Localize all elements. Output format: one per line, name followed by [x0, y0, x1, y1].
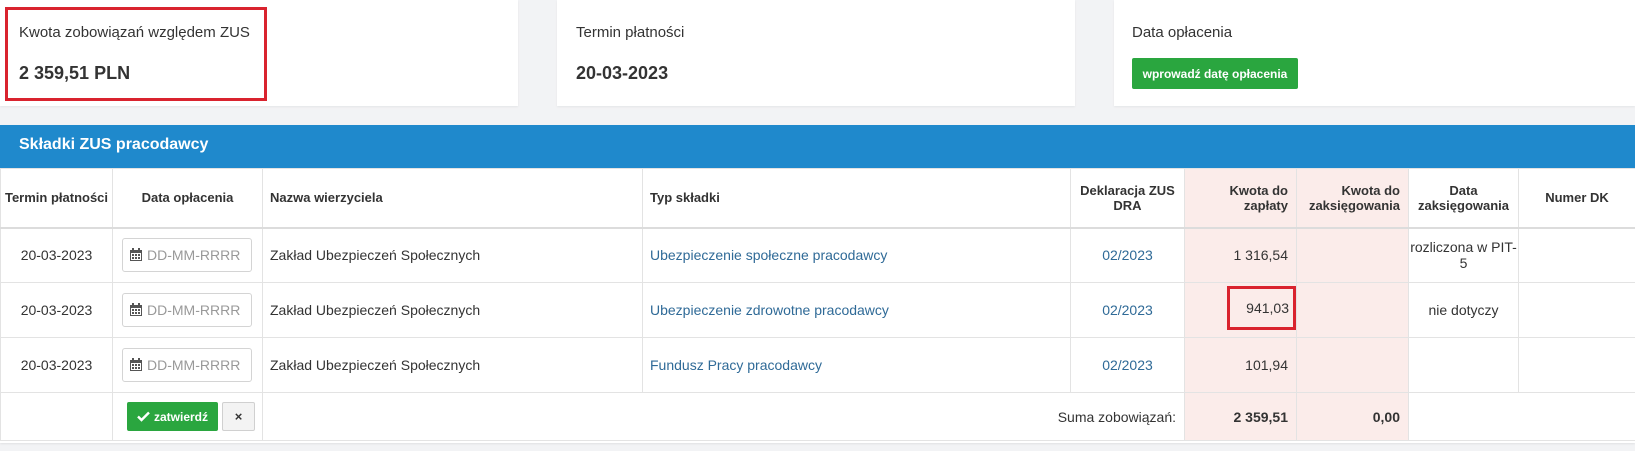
row-type[interactable]: Ubezpieczenie zdrowotne pracodawcy	[642, 282, 1071, 338]
highlight-frame: 941,03	[1227, 286, 1296, 330]
row-due: 20-03-2023	[0, 282, 113, 338]
row-declaration-link[interactable]: 02/2023	[1102, 357, 1153, 373]
row-book-date: nie dotyczy	[1408, 282, 1519, 338]
table-header-row: Termin płatności Data opłacenia Nazwa wi…	[0, 168, 1635, 229]
enter-payment-date-button[interactable]: wprowadź datę opłacenia	[1132, 58, 1298, 89]
calendar-icon	[130, 303, 142, 316]
col-creditor[interactable]: Nazwa wierzyciela	[262, 168, 643, 229]
row-due: 20-03-2023	[0, 337, 113, 393]
paid-date-input[interactable]: DD-MM-RRRR	[122, 238, 252, 273]
confirm-label: zatwierdź	[153, 409, 208, 424]
table-row: 20-03-2023 DD-MM-RRRR Zakład Ubezpieczeń…	[0, 337, 1635, 393]
footer-empty-cell	[0, 392, 113, 441]
row-type-link[interactable]: Fundusz Pracy pracodawcy	[650, 357, 822, 373]
sum-to-pay: 2 359,51	[1184, 392, 1297, 441]
panel-title: Składki ZUS pracodawcy	[0, 125, 1635, 168]
col-declaration[interactable]: Deklaracja ZUS DRA	[1070, 168, 1185, 229]
row-to-book	[1296, 282, 1409, 338]
row-book-date	[1408, 337, 1519, 393]
footer-empty-cell	[1408, 392, 1635, 441]
confirm-button[interactable]: zatwierdź	[127, 402, 218, 431]
due-date-card: Termin płatności 20-03-2023	[557, 0, 1075, 106]
row-to-pay-value: 941,03	[1246, 300, 1289, 316]
highlight-frame	[5, 7, 267, 101]
payment-date-card: Data opłacenia wprowadź datę opłacenia	[1114, 0, 1635, 106]
row-dk	[1518, 337, 1635, 393]
cancel-button[interactable]: ×	[222, 402, 255, 431]
row-dk	[1518, 227, 1635, 283]
sum-to-book: 0,00	[1296, 392, 1409, 441]
row-creditor: Zakład Ubezpieczeń Społecznych	[262, 227, 643, 283]
col-to-book[interactable]: Kwota do zaksięgowania	[1296, 168, 1409, 229]
row-creditor: Zakład Ubezpieczeń Społecznych	[262, 282, 643, 338]
col-dk[interactable]: Numer DK	[1518, 168, 1635, 229]
row-declaration[interactable]: 02/2023	[1070, 337, 1185, 393]
row-type-link[interactable]: Ubezpieczenie zdrowotne pracodawcy	[650, 302, 889, 318]
col-paid-date[interactable]: Data opłacenia	[112, 168, 263, 229]
row-declaration-link[interactable]: 02/2023	[1102, 302, 1153, 318]
row-declaration-link[interactable]: 02/2023	[1102, 247, 1153, 263]
date-placeholder: DD-MM-RRRR	[147, 247, 241, 264]
table-footer-row: zatwierdź × Suma zobowiązań: 2 359,51 0,…	[0, 392, 1635, 441]
col-to-pay[interactable]: Kwota do zapłaty	[1184, 168, 1297, 229]
payment-date-label: Data opłacenia	[1132, 24, 1233, 41]
date-placeholder: DD-MM-RRRR	[147, 302, 241, 318]
row-type[interactable]: Ubezpieczenie społeczne pracodawcy	[642, 227, 1071, 283]
due-date-value: 20-03-2023	[576, 63, 669, 83]
col-due[interactable]: Termin płatności	[0, 168, 113, 229]
calendar-icon	[130, 358, 142, 371]
paid-date-input[interactable]: DD-MM-RRRR	[122, 293, 252, 327]
row-type-link[interactable]: Ubezpieczenie społeczne pracodawcy	[650, 247, 887, 263]
row-creditor: Zakład Ubezpieczeń Społecznych	[262, 337, 643, 393]
paid-date-cell: DD-MM-RRRR	[112, 337, 263, 393]
paid-date-cell: DD-MM-RRRR	[112, 227, 263, 283]
paid-date-input[interactable]: DD-MM-RRRR	[122, 348, 252, 382]
due-date-label: Termin płatności	[576, 24, 685, 41]
col-type[interactable]: Typ składki	[642, 168, 1071, 229]
row-book-date: rozliczona w PIT-5	[1408, 227, 1519, 283]
row-type[interactable]: Fundusz Pracy pracodawcy	[642, 337, 1071, 393]
contributions-table: Termin płatności Data opłacenia Nazwa wi…	[0, 168, 1635, 441]
row-to-pay: 101,94	[1184, 337, 1297, 393]
row-dk	[1518, 282, 1635, 338]
calendar-icon	[130, 248, 142, 262]
col-book-date[interactable]: Data zaksięgowania	[1408, 168, 1519, 229]
row-to-book	[1296, 337, 1409, 393]
paid-date-cell: DD-MM-RRRR	[112, 282, 263, 338]
row-declaration[interactable]: 02/2023	[1070, 227, 1185, 283]
row-to-book	[1296, 227, 1409, 283]
employer-zus-panel: Składki ZUS pracodawcy Termin płatności …	[0, 125, 1635, 443]
table-row: 20-03-2023 DD-MM-RRRR Zakład Ubezpieczeń…	[0, 227, 1635, 283]
row-due: 20-03-2023	[0, 227, 113, 283]
row-declaration[interactable]: 02/2023	[1070, 282, 1185, 338]
footer-actions-cell: zatwierdź ×	[112, 392, 263, 441]
row-to-pay: 941,03	[1184, 282, 1297, 338]
row-to-pay: 1 316,54	[1184, 227, 1297, 283]
check-icon	[137, 411, 150, 422]
table-row: 20-03-2023 DD-MM-RRRR Zakład Ubezpieczeń…	[0, 282, 1635, 338]
footer-actions: zatwierdź ×	[113, 402, 262, 431]
sum-label: Suma zobowiązań:	[262, 392, 1185, 441]
liability-amount-card: Kwota zobowiązań względem ZUS 2 359,51 P…	[0, 0, 518, 106]
date-placeholder: DD-MM-RRRR	[147, 357, 241, 373]
